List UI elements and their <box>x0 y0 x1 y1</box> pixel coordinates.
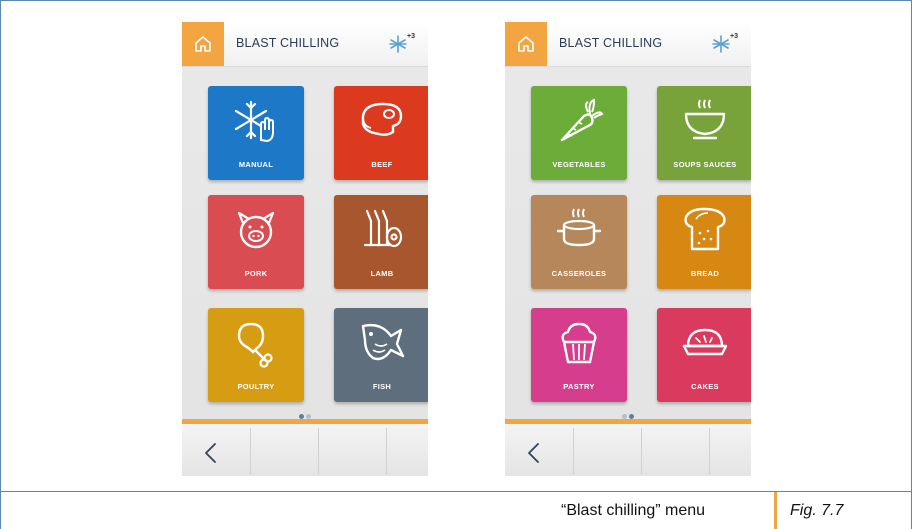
chevron-left-icon <box>528 443 539 463</box>
steak-icon <box>361 102 403 136</box>
page-indicator <box>505 406 751 419</box>
screen-header: BLAST CHILLING +3 <box>182 22 428 67</box>
pie-icon <box>682 328 728 356</box>
pig-icon <box>237 211 275 249</box>
nav-separator <box>573 428 574 474</box>
tile-casseroles[interactable]: CASSEROLES <box>531 195 627 289</box>
nav-separator <box>641 428 642 474</box>
nav-separator <box>709 428 710 474</box>
screen-title: BLAST CHILLING <box>236 36 340 50</box>
home-icon <box>518 36 534 52</box>
tile-label: CASSEROLES <box>551 269 607 278</box>
snowflake-icon <box>389 35 407 53</box>
tile-label: POULTRY <box>237 382 275 391</box>
tile-cakes[interactable]: CAKES <box>657 308 751 402</box>
carrot-icon <box>560 98 604 142</box>
tile-label: LAMB <box>370 269 394 278</box>
tile-label: MANUAL <box>238 160 274 169</box>
soup-bowl-icon <box>684 99 726 140</box>
screen-2: BLAST CHILLING +3 VEGETABLES SOUPS SAUCE… <box>505 22 751 476</box>
caption-separator <box>774 492 777 529</box>
lamb-ribs-icon <box>363 209 403 248</box>
tile-beef[interactable]: BEEF <box>334 86 428 180</box>
tile-pastry[interactable]: PASTRY <box>531 308 627 402</box>
tile-label: VEGETABLES <box>552 160 606 169</box>
nav-separator <box>318 428 319 474</box>
tile-label: SOUPS SAUCES <box>673 160 737 169</box>
nav-separator <box>250 428 251 474</box>
document-frame <box>0 0 912 529</box>
tile-label: PASTRY <box>563 382 595 391</box>
top-border <box>0 0 912 1</box>
tile-fish[interactable]: FISH <box>334 308 428 402</box>
screen-header: BLAST CHILLING +3 <box>505 22 751 67</box>
home-button[interactable] <box>505 22 547 66</box>
screen-1: BLAST CHILLING +3 MANUAL BEEF PORK LAMB … <box>182 22 428 476</box>
snowflake-icon <box>712 35 730 53</box>
tile-vegetables[interactable]: VEGETABLES <box>531 86 627 180</box>
left-border <box>0 0 1 529</box>
tile-manual[interactable]: MANUAL <box>208 86 304 180</box>
tile-soups-sauces[interactable]: SOUPS SAUCES <box>657 86 751 180</box>
blast-chill-mode-indicator: +3 <box>711 32 741 56</box>
casserole-pot-icon <box>556 208 602 247</box>
back-button[interactable] <box>198 440 226 466</box>
snowflake-hand-icon <box>234 100 274 143</box>
back-button[interactable] <box>521 440 549 466</box>
drumstick-icon <box>237 322 273 368</box>
figure-caption: “Blast chilling” menu <box>561 502 706 519</box>
page-indicator <box>182 406 428 419</box>
tile-label: FISH <box>372 382 392 391</box>
mode-badge: +3 <box>730 33 738 40</box>
tile-label: PORK <box>244 269 268 278</box>
tile-pork[interactable]: PORK <box>208 195 304 289</box>
fish-icon <box>361 323 405 361</box>
mode-badge: +3 <box>407 33 415 40</box>
nav-separator <box>386 428 387 474</box>
bread-icon <box>684 207 726 251</box>
tile-label: BREAD <box>690 269 720 278</box>
home-icon <box>195 36 211 52</box>
screen-title: BLAST CHILLING <box>559 36 663 50</box>
tile-bread[interactable]: BREAD <box>657 195 751 289</box>
blast-chill-mode-indicator: +3 <box>388 32 418 56</box>
home-button[interactable] <box>182 22 224 66</box>
tile-poultry[interactable]: POULTRY <box>208 308 304 402</box>
cupcake-icon <box>561 322 597 364</box>
figure-number: Fig. 7.7 <box>790 502 844 519</box>
tile-label: BEEF <box>371 160 393 169</box>
tile-label: CAKES <box>691 382 719 391</box>
chevron-left-icon <box>205 443 216 463</box>
tile-lamb[interactable]: LAMB <box>334 195 428 289</box>
